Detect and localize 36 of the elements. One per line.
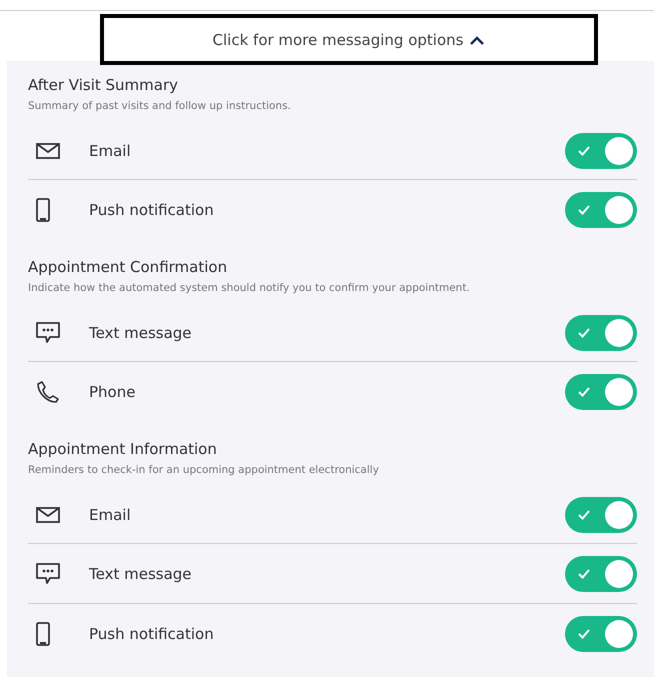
toggle-switch[interactable] [565, 556, 637, 592]
envelope-icon [36, 143, 60, 159]
channel-label: Email [89, 506, 132, 524]
check-icon [578, 510, 590, 520]
channel-label: Push notification [89, 624, 215, 642]
phone-icon [36, 380, 60, 404]
section-description: Summary of past visits and follow up instructions. [28, 99, 292, 114]
toggle-switch[interactable] [565, 374, 637, 410]
envelope-icon [36, 507, 60, 523]
channel-label: Text message [89, 324, 193, 342]
toggle-switch[interactable] [565, 497, 637, 533]
check-icon [578, 204, 590, 214]
section-title: Appointment Confirmation [28, 257, 228, 278]
check-icon [578, 568, 590, 578]
toggle-switch[interactable] [565, 616, 637, 652]
caret-icon [469, 34, 486, 44]
toggle-switch[interactable] [565, 133, 637, 169]
section-description: Indicate how the automated system should notify you to confirm your appointment. [28, 281, 471, 296]
section-title: After Visit Summary [28, 75, 180, 96]
check-icon [578, 328, 590, 338]
section-description: Reminders to check-in for an upcoming appointment electronically [28, 463, 380, 478]
channel-label: Phone [89, 382, 136, 400]
channel-label: Email [89, 142, 132, 160]
check-icon [578, 386, 590, 396]
check-icon [578, 628, 590, 638]
chat-bubble-icon [36, 322, 60, 344]
channel-label: Push notification [89, 200, 215, 218]
section-title: Appointment Information [28, 439, 218, 460]
more-options-button[interactable]: Click for more messaging options [100, 14, 598, 65]
channel-label: Text message [89, 564, 193, 582]
mobile-phone-icon [36, 622, 50, 646]
toggle-switch[interactable] [565, 192, 637, 228]
check-icon [578, 146, 590, 156]
toggle-switch[interactable] [565, 315, 637, 351]
chat-bubble-icon [36, 562, 60, 584]
mobile-phone-icon [36, 198, 50, 222]
